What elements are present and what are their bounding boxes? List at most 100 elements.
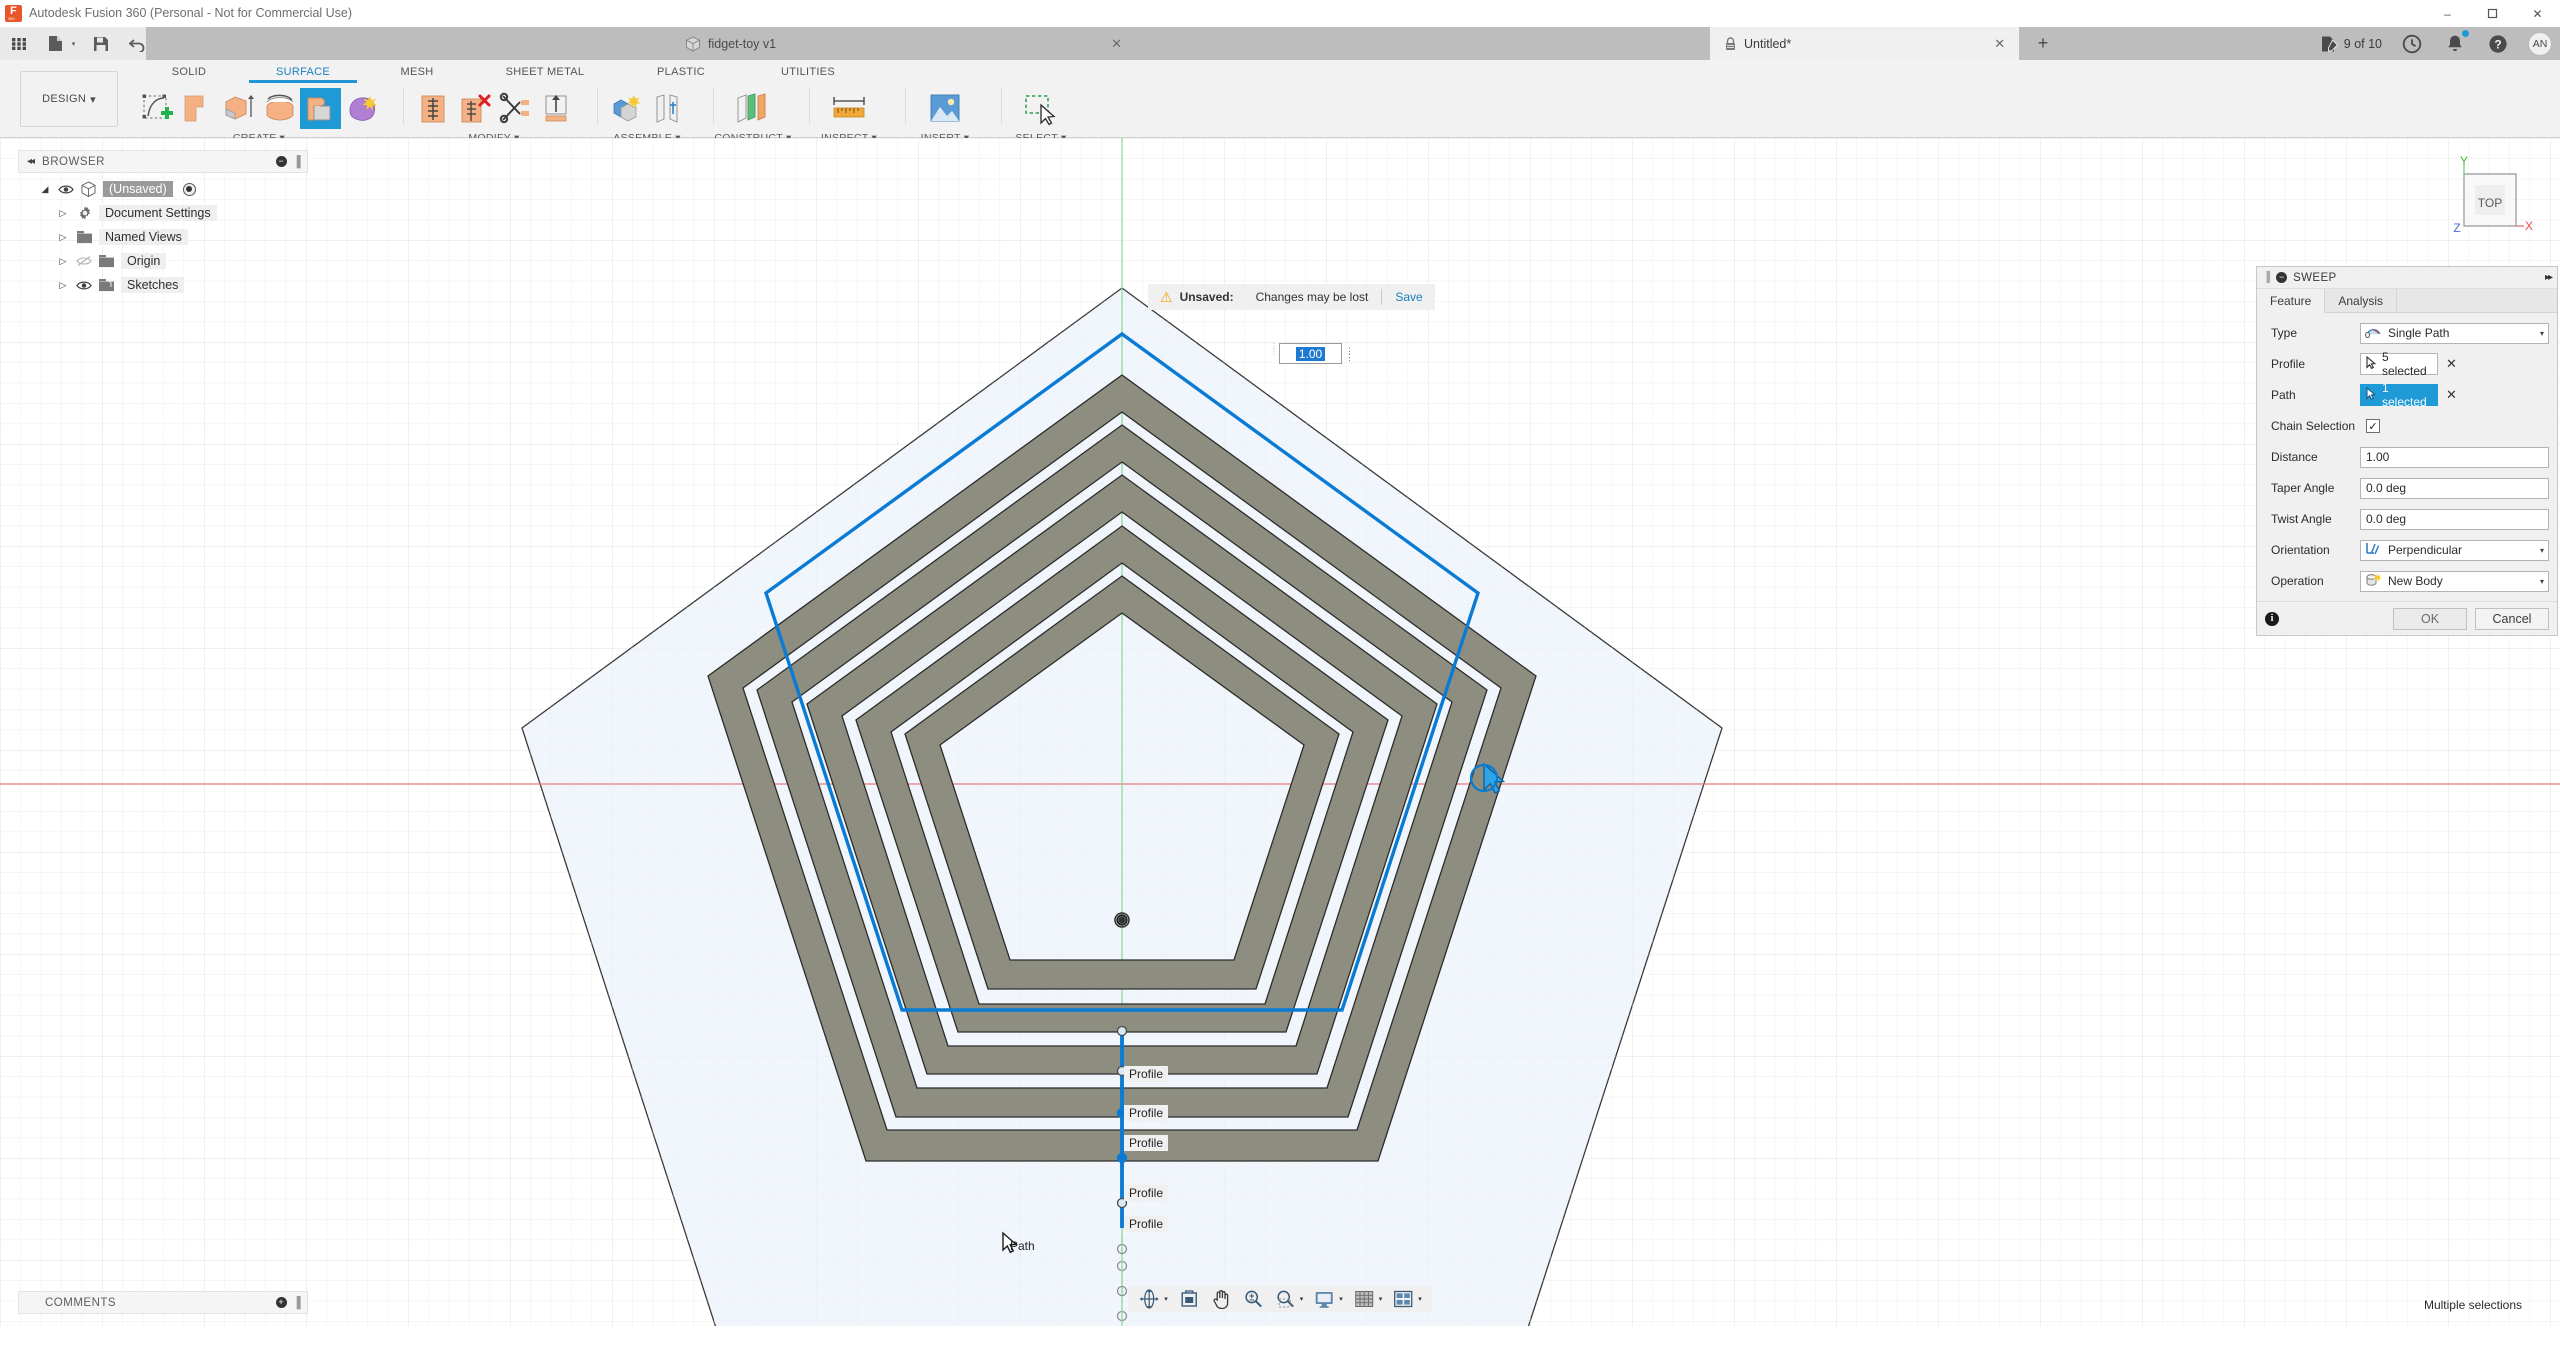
document-tab-fidget-toy[interactable]: fidget-toy v1 ✕ (671, 27, 1136, 60)
history-clock-icon[interactable] (2399, 31, 2425, 57)
tab-plastic[interactable]: PLASTIC (619, 62, 743, 83)
expand-arrow-icon[interactable]: ◢ (38, 184, 52, 195)
visibility-eye-icon[interactable] (75, 280, 92, 291)
look-at-icon[interactable] (1174, 1287, 1204, 1311)
comments-resize-grip[interactable]: ▐ (293, 1297, 301, 1309)
type-dropdown[interactable]: Single Path ▾ (2360, 323, 2549, 344)
grid-snap-icon[interactable] (1349, 1287, 1379, 1311)
sweep-dialog-minimize-icon[interactable]: − (2276, 272, 2287, 283)
distance-input[interactable]: 1.00 (2360, 447, 2549, 468)
chevron-down-icon[interactable]: ▾ (2540, 329, 2544, 338)
twist-angle-input[interactable]: 0.0 deg (2360, 509, 2549, 530)
browser-item-sketches[interactable]: ▷ Sketches (18, 273, 308, 297)
pan-tool[interactable] (1206, 1287, 1236, 1311)
info-icon[interactable]: i (2265, 612, 2279, 626)
document-tab-close-icon[interactable]: ✕ (1111, 36, 1122, 52)
new-tab-button[interactable]: + (2024, 27, 2062, 60)
extrude-icon[interactable] (218, 88, 259, 129)
trim-icon[interactable] (494, 88, 535, 129)
chevron-down-icon[interactable]: ▾ (2540, 577, 2544, 586)
help-icon[interactable]: ? (2485, 31, 2511, 57)
new-document-icon[interactable] (42, 31, 68, 57)
orientation-dropdown[interactable]: Perpendicular ▾ (2360, 540, 2549, 561)
tab-utilities[interactable]: UTILITIES (743, 62, 873, 83)
viewports-icon[interactable] (1388, 1287, 1418, 1311)
zoom-window-tool[interactable]: ▾ (1270, 1287, 1308, 1311)
active-tab-close-icon[interactable]: ✕ (1994, 36, 2005, 52)
patch-icon[interactable] (177, 88, 218, 129)
sweep-dialog-expand-icon[interactable]: ▸▸ (2545, 272, 2551, 283)
minimize-button[interactable]: – (2425, 0, 2470, 27)
close-window-button[interactable]: ✕ (2515, 0, 2560, 27)
operation-dropdown[interactable]: New Body ▾ (2360, 571, 2549, 592)
zoom-tool[interactable] (1238, 1287, 1268, 1311)
visibility-hidden-icon[interactable] (75, 255, 92, 267)
maximize-button[interactable] (2470, 0, 2515, 27)
sweep-dialog-grip[interactable]: ▐ (2263, 272, 2270, 283)
zoom-icon[interactable] (1238, 1287, 1268, 1311)
browser-item-named-views[interactable]: ▷ Named Views (18, 225, 308, 249)
tab-solid[interactable]: SOLID (135, 62, 243, 83)
browser-item-unsaved[interactable]: ◢ (Unsaved) (18, 177, 308, 201)
chain-selection-checkbox[interactable]: ✓ (2366, 419, 2380, 433)
view-cube[interactable]: TOP Y X Z (2438, 156, 2538, 248)
sweep-dialog[interactable]: ▐ − SWEEP ▸▸ Feature Analysis Type Singl… (2256, 266, 2558, 636)
tab-mesh[interactable]: MESH (363, 62, 471, 83)
notifications-bell-icon[interactable] (2442, 31, 2468, 57)
dimension-options-icon[interactable]: ⋮⋮ (1345, 348, 1353, 360)
expand-arrow-icon[interactable]: ▷ (56, 208, 70, 219)
tab-analysis[interactable]: Analysis (2325, 289, 2397, 313)
pan-icon[interactable] (1206, 1287, 1236, 1311)
taper-angle-input[interactable]: 0.0 deg (2360, 478, 2549, 499)
sweep-dialog-title-bar[interactable]: ▐ − SWEEP ▸▸ (2257, 267, 2557, 289)
chevron-down-icon[interactable]: ▾ (1339, 1295, 1347, 1303)
chevron-down-icon[interactable]: ▾ (1300, 1295, 1308, 1303)
app-grid-icon[interactable] (6, 31, 32, 57)
stitch-icon[interactable] (412, 88, 453, 129)
design-canvas[interactable]: Profile Profile Profile Profile Profile … (0, 138, 2560, 1326)
window-controls[interactable]: – ✕ (2425, 0, 2560, 27)
display-settings-icon[interactable] (1309, 1287, 1339, 1311)
browser-minimize-icon[interactable]: − (276, 156, 287, 167)
chevron-down-icon[interactable]: ▾ (1379, 1295, 1387, 1303)
select-window-icon[interactable] (1010, 88, 1072, 129)
save-link[interactable]: Save (1395, 290, 1422, 304)
avatar[interactable]: AN (2528, 32, 2552, 56)
chevron-down-icon[interactable]: ▾ (2540, 546, 2544, 555)
expand-arrow-icon[interactable]: ▷ (56, 280, 70, 291)
insert-image-icon[interactable] (914, 88, 976, 129)
save-icon[interactable] (88, 31, 114, 57)
document-tab-untitled[interactable]: Untitled* ✕ (1710, 27, 2019, 60)
unstitch-icon[interactable] (453, 88, 494, 129)
activate-component-radio[interactable] (183, 183, 196, 196)
path-selection-button[interactable]: 1 selected (2360, 384, 2438, 406)
browser-item-origin[interactable]: ▷ Origin (18, 249, 308, 273)
browser-resize-grip[interactable]: ▐ (293, 156, 301, 168)
display-settings-tool[interactable]: ▾ (1309, 1287, 1347, 1311)
sweep-icon[interactable] (300, 88, 341, 129)
measure-icon[interactable] (818, 88, 880, 129)
loft-icon[interactable] (341, 88, 382, 129)
joint-icon[interactable] (647, 88, 688, 129)
viewports-tool[interactable]: ▾ (1388, 1287, 1426, 1311)
add-comment-icon[interactable]: + (276, 1297, 287, 1308)
expand-arrow-icon[interactable]: ▷ (56, 256, 70, 267)
construct-plane-icon[interactable] (722, 88, 784, 129)
create-sketch-icon[interactable] (136, 88, 177, 129)
extend-icon[interactable] (535, 88, 576, 129)
tab-surface[interactable]: SURFACE (243, 62, 363, 83)
expand-arrow-icon[interactable]: ▷ (56, 232, 70, 243)
dimension-drag-grip[interactable]: ⋮⋮ (1270, 344, 1276, 363)
workspace-switcher-button[interactable]: DESIGN ▾ (20, 71, 118, 127)
revolve-icon[interactable] (259, 88, 300, 129)
clear-profile-icon[interactable]: ✕ (2446, 356, 2457, 372)
new-document-caret-icon[interactable]: ▾ (68, 31, 79, 57)
tab-sheet-metal[interactable]: SHEET METAL (471, 62, 619, 83)
cancel-button[interactable]: Cancel (2475, 608, 2549, 630)
clear-path-icon[interactable]: ✕ (2446, 387, 2457, 403)
browser-item-document-settings[interactable]: ▷ Document Settings (18, 201, 308, 225)
dimension-input[interactable]: 1.00 (1279, 343, 1342, 364)
dimension-input-group[interactable]: ⋮⋮ 1.00 ⋮⋮ (1270, 343, 1353, 364)
visibility-eye-icon[interactable] (57, 184, 74, 195)
chevron-down-icon[interactable]: ▾ (1164, 1295, 1172, 1303)
